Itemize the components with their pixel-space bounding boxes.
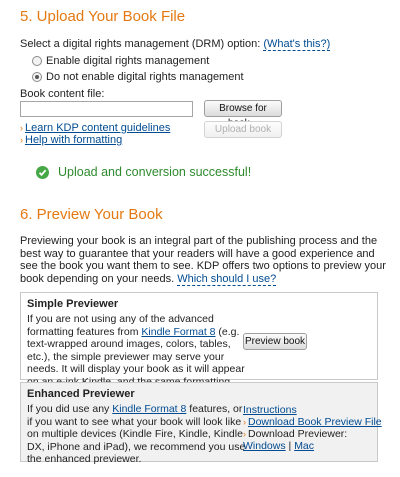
simple-previewer-title: Simple Previewer: [27, 298, 119, 310]
os-links-row: Windows | Mac: [243, 440, 314, 452]
download-previewer-label: Download Previewer:: [248, 428, 348, 440]
drm-enable-label[interactable]: Enable digital rights management: [46, 55, 209, 68]
success-message: Upload and conversion successful!: [58, 165, 252, 179]
orange-arrow-icon: ›: [243, 417, 246, 427]
os-separator: |: [288, 440, 292, 452]
drm-disable-label[interactable]: Do not enable digital rights management: [46, 71, 244, 84]
kindle-format-8-link[interactable]: Kindle Format 8: [141, 326, 215, 338]
enhanced-previewer-title: Enhanced Previewer: [27, 388, 135, 400]
mac-link[interactable]: Mac: [294, 440, 314, 452]
preview-heading: 6. Preview Your Book: [20, 206, 163, 223]
formatting-help-link[interactable]: Help with formatting: [25, 134, 122, 146]
enhanced-previewer-box: Enhanced Previewer If you did use any Ki…: [20, 382, 382, 465]
instructions-link[interactable]: Instructions: [243, 404, 297, 416]
drm-prompt: Select a digital rights management (DRM)…: [20, 38, 331, 51]
book-file-input[interactable]: [20, 101, 193, 117]
windows-link[interactable]: Windows: [243, 440, 286, 452]
preview-book-button[interactable]: Preview book: [243, 333, 307, 350]
drm-enable-radio[interactable]: [32, 56, 42, 66]
enhanced-text-a: If you did use any: [27, 403, 113, 415]
upload-heading: 5. Upload Your Book File: [20, 8, 186, 25]
drm-help-link[interactable]: (What's this?): [263, 38, 331, 51]
download-file-row[interactable]: › Download Book Preview File: [243, 416, 382, 428]
orange-arrow-icon: ›: [243, 429, 246, 439]
guidelines-link[interactable]: Learn KDP content guidelines: [25, 122, 170, 134]
drm-prompt-text: Select a digital rights management (DRM)…: [20, 38, 261, 50]
preview-intro: Previewing your book is an integral part…: [20, 235, 388, 286]
kindle-format-8-link[interactable]: Kindle Format 8: [112, 403, 186, 415]
enhanced-previewer-description: If you did use any Kindle Format 8 featu…: [27, 403, 247, 466]
download-preview-file-link[interactable]: Download Book Preview File: [248, 416, 382, 428]
formatting-link-row[interactable]: › Help with formatting: [20, 134, 122, 147]
which-should-i-use-link[interactable]: Which should I use?: [177, 272, 277, 286]
checkmark-icon: [36, 166, 49, 179]
download-previewer-row: › Download Previewer:: [243, 428, 347, 440]
instructions-row[interactable]: Instructions: [243, 404, 297, 416]
browse-button[interactable]: Browse for book...: [204, 100, 282, 129]
drm-disable-radio[interactable]: [32, 72, 42, 82]
file-label: Book content file:: [20, 88, 105, 100]
upload-button[interactable]: Upload book: [204, 121, 282, 138]
orange-arrow-icon: ›: [20, 123, 23, 133]
simple-previewer-box: Simple Previewer If you are not using an…: [20, 292, 378, 400]
orange-arrow-icon: ›: [20, 135, 23, 145]
